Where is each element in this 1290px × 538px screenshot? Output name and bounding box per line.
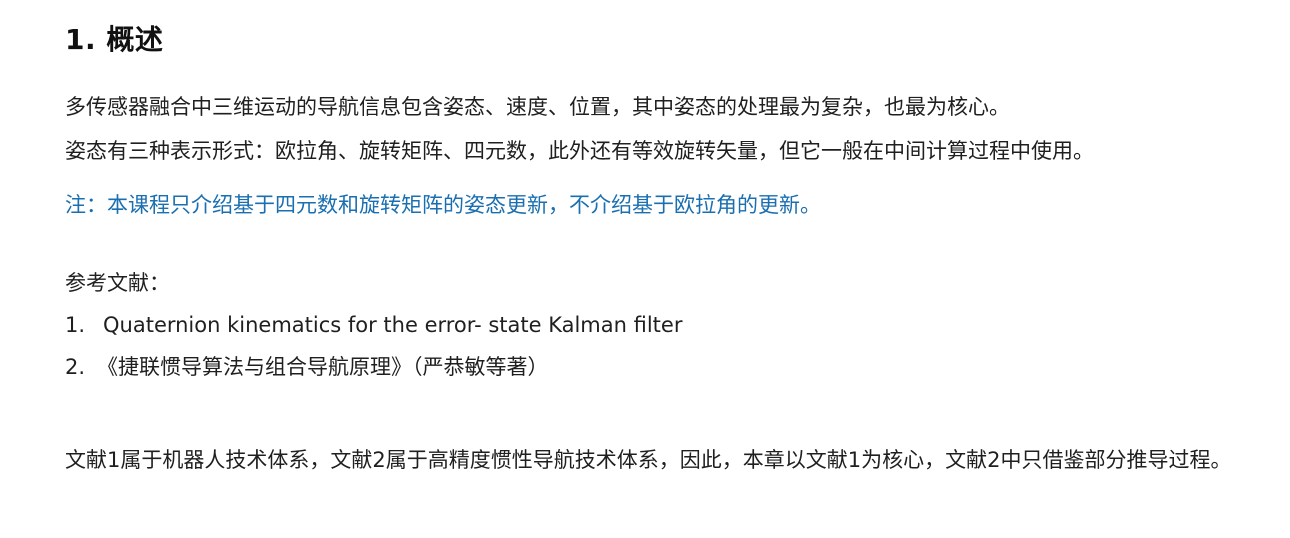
reference-number: 1.	[65, 313, 86, 337]
reference-text: Quaternion kinematics for the error- sta…	[103, 313, 683, 337]
reference-number: 2.	[65, 355, 86, 379]
document-page: 1. 概述 多传感器融合中三维运动的导航信息包含姿态、速度、位置，其中姿态的处理…	[0, 0, 1290, 538]
course-note: 注：本课程只介绍基于四元数和旋转矩阵的姿态更新，不介绍基于欧拉角的更新。	[65, 193, 821, 217]
reference-item-2: 2. 《捷联惯导算法与组合导航原理》（严恭敏等著）	[65, 352, 549, 382]
reference-text: 《捷联惯导算法与组合导航原理》（严恭敏等著）	[97, 355, 549, 379]
section-heading: 1. 概述	[65, 23, 164, 56]
reference-item-1: 1. Quaternion kinematics for the error- s…	[65, 310, 682, 340]
paragraph-navigation-info: 多传感器融合中三维运动的导航信息包含姿态、速度、位置，其中姿态的处理最为复杂，也…	[65, 95, 1010, 119]
paragraph-attitude-forms: 姿态有三种表示形式：欧拉角、旋转矩阵、四元数，此外还有等效旋转矢量，但它一般在中…	[65, 139, 1094, 163]
conclusion-paragraph: 文献1属于机器人技术体系，文献2属于高精度惯性导航技术体系，因此，本章以文献1为…	[65, 448, 1232, 472]
references-title: 参考文献：	[65, 271, 170, 295]
